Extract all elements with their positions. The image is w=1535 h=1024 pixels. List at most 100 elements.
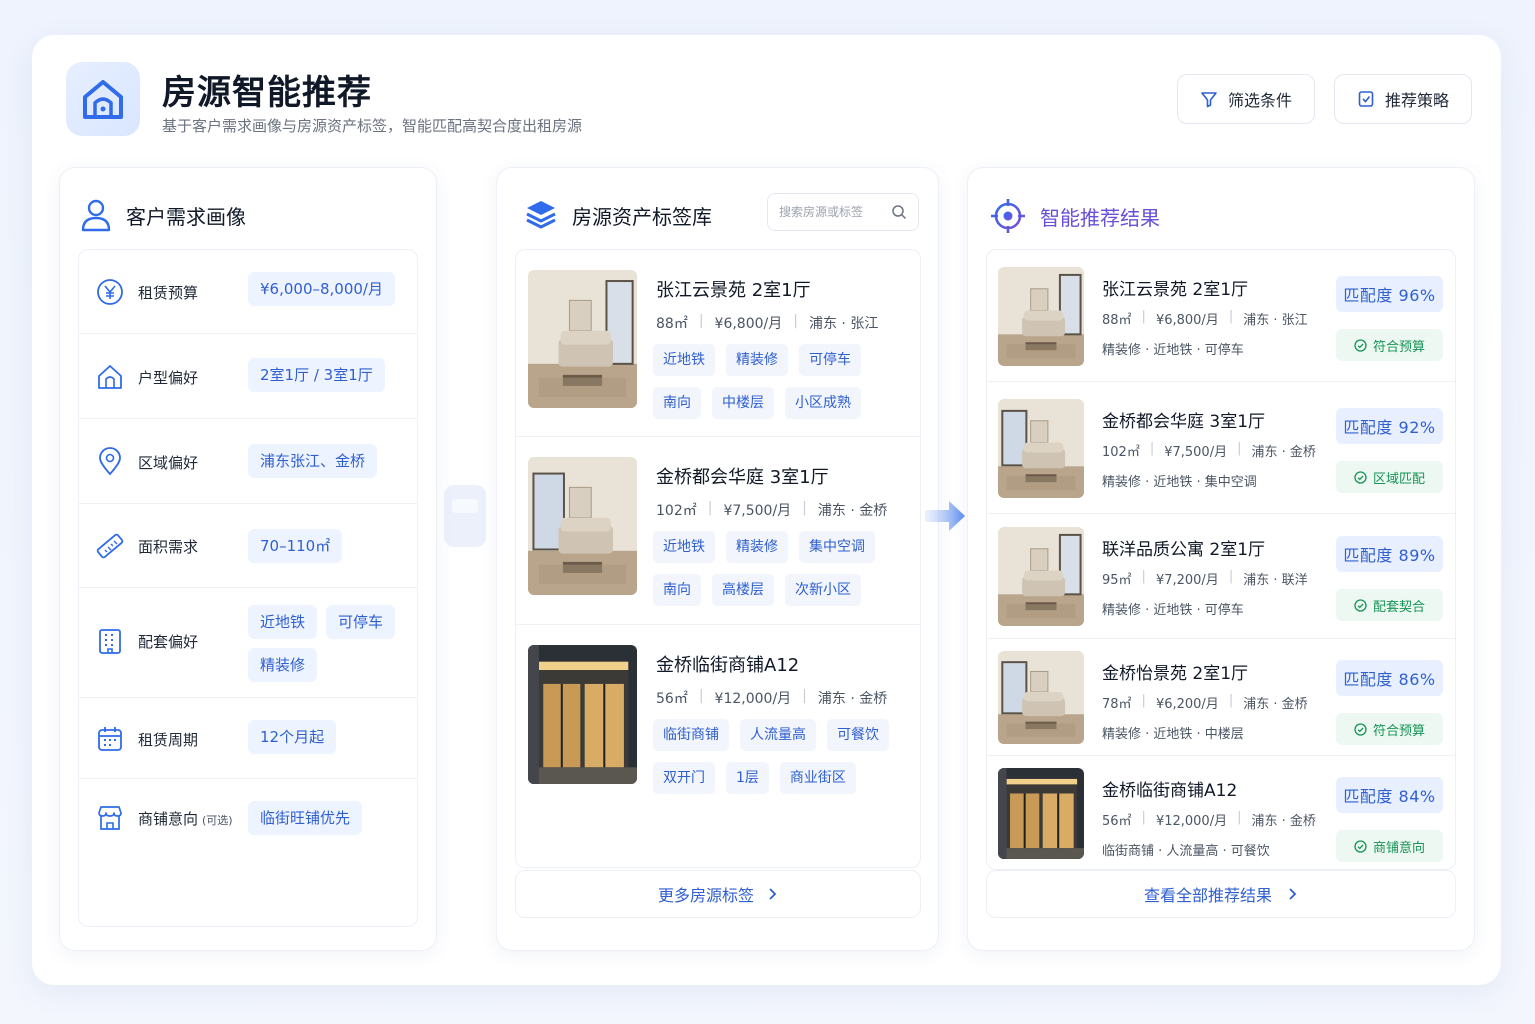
requirement-chip[interactable]: ¥6,000–8,000/月 [248,272,395,306]
recommendation-features: 精装修 · 近地铁 · 集中空调 [1102,475,1257,490]
recommendation-price: ¥6,200/月 [1155,697,1219,712]
view-all-results-button[interactable]: 查看全部推荐结果 [986,870,1456,918]
requirement-chip[interactable]: 精装修 [248,648,318,682]
building-icon [99,629,121,654]
listing-tag[interactable]: 精装修 [726,531,788,563]
listing-tag[interactable]: 中楼层 [712,387,774,419]
listing-tag[interactable]: 1层 [726,762,769,794]
listing-tag[interactable]: 次新小区 [785,574,861,606]
listing-price: ¥6,800/月 [714,316,783,332]
match-reason-badge: 商铺意向 [1336,830,1443,862]
recommendation-card[interactable]: 金桥怡景苑 2室1厅 78㎡ | ¥6,200/月 | 浦东 · 金桥 精装修 · … [987,639,1455,756]
requirement-label: 商铺意向 (可选) [138,808,233,829]
match-reason-label: 符合预算 [1372,339,1425,355]
requirement-chip[interactable]: 可停车 [326,605,396,639]
match-reason-badge: 配套契合 [1336,589,1443,621]
listing-name[interactable]: 金桥临街商铺A12 [656,651,799,677]
recommendation-name[interactable]: 联洋品质公寓 2室1厅 [1102,535,1265,560]
asset-tag-header: 房源资产标签库 [524,198,712,232]
requirement-chip[interactable]: 临街旺铺优先 [248,801,363,835]
flow-arrow-icon [925,501,965,531]
listing-tag[interactable]: 人流量高 [740,719,816,751]
listing-tag[interactable]: 商业街区 [779,762,856,794]
recommendation-photo[interactable] [998,399,1084,498]
requirement-label-text: 租赁周期 [138,730,199,749]
listing-photo[interactable] [528,645,637,784]
check-circle-icon [1354,598,1367,612]
view-all-results-label: 查看全部推荐结果 [1143,886,1272,905]
requirement-chip[interactable]: 70–110㎡ [248,529,343,563]
listing-photo[interactable] [528,270,637,408]
customer-profile-title: 客户需求画像 [126,204,246,229]
match-reason-badge: 符合预算 [1336,713,1443,745]
strategy-doc-icon [1358,91,1374,107]
listing-tag[interactable]: 南向 [653,574,701,606]
location-pin-icon [99,446,121,475]
recommendation-features: 精装修 · 近地铁 · 可停车 [1102,603,1244,618]
recommendation-card[interactable]: 金桥都会华庭 3室1厅 102㎡ | ¥7,500/月 | 浦东 · 金桥 精装修 … [987,382,1455,514]
listing-search-input[interactable] [779,205,887,219]
listing-search-box[interactable] [767,193,919,231]
listing-tag[interactable]: 南向 [653,387,701,419]
recommendation-meta: 78㎡ | ¥6,200/月 | 浦东 · 金桥 [1102,693,1308,712]
listing-card[interactable]: 金桥临街商铺A12 56㎡ | ¥12,000/月 | 浦东 · 金桥 临街商铺 人流… [516,625,920,867]
listing-tag[interactable]: 高楼层 [712,574,774,606]
requirement-label: 区域偏好 [138,452,202,473]
listing-meta: 88㎡ | ¥6,800/月 | 浦东 · 张江 [656,313,879,332]
listing-tag[interactable]: 近地铁 [653,531,715,563]
requirement-chips: ¥6,000–8,000/月 [248,272,408,306]
listing-card[interactable]: 金桥都会华庭 3室1厅 102㎡ | ¥7,500/月 | 浦东 · 金桥 近地铁精… [516,437,920,625]
recommendation-name[interactable]: 张江云景苑 2室1厅 [1102,275,1248,300]
requirement-row: 商铺意向 (可选) 临街旺铺优先 [79,779,417,928]
recommendation-photo[interactable] [998,527,1084,626]
requirement-chip[interactable]: 近地铁 [248,605,318,639]
recommendation-name[interactable]: 金桥都会华庭 3室1厅 [1102,407,1265,432]
match-score-badge: 匹配度 92% [1336,408,1443,444]
listing-tag[interactable]: 小区成熟 [785,387,861,419]
match-score-badge: 匹配度 86% [1336,660,1443,696]
recommendation-name[interactable]: 金桥怡景苑 2室1厅 [1102,659,1248,684]
listing-tag[interactable]: 可停车 [799,344,861,376]
recommendation-area: 78㎡ [1102,697,1132,712]
requirement-chip[interactable]: 浦东张江、金桥 [248,444,378,478]
search-icon[interactable] [891,204,907,220]
listing-tag[interactable]: 临街商铺 [653,719,729,751]
requirement-chip[interactable]: 2室1厅 / 3室1厅 [248,358,385,392]
recommendation-title: 智能推荐结果 [1040,205,1160,230]
requirement-row: 户型偏好 2室1厅 / 3室1厅 [79,334,417,419]
recommendation-photo[interactable] [998,651,1084,744]
listing-card[interactable]: 张江云景苑 2室1厅 88㎡ | ¥6,800/月 | 浦东 · 张江 近地铁 精装修… [516,250,920,437]
requirement-chip[interactable]: 12个月起 [248,720,337,754]
app-logo [66,62,140,136]
recommendation-card[interactable]: 金桥临街商铺A12 56㎡ | ¥12,000/月 | 浦东 · 金桥 临街商铺 ·… [987,756,1455,869]
filter-button[interactable]: 筛选条件 [1177,74,1315,124]
listing-tag[interactable]: 精装修 [726,344,788,376]
recommendation-features: 临街商铺 · 人流量高 · 可餐饮 [1102,844,1270,859]
recommendation-name[interactable]: 金桥临街商铺A12 [1102,776,1237,801]
listing-tag[interactable]: 可餐饮 [827,719,889,751]
listing-price: ¥7,500/月 [723,503,792,519]
customer-profile-header: 客户需求画像 [80,198,246,232]
listing-tag[interactable]: 集中空调 [799,531,875,563]
recommendation-card[interactable]: 联洋品质公寓 2室1厅 95㎡ | ¥7,200/月 | 浦东 · 联洋 精装修 ·… [987,514,1455,639]
listing-tag[interactable]: 双开门 [653,762,715,794]
listing-name[interactable]: 金桥都会华庭 3室1厅 [656,463,829,489]
shop-icon [98,806,122,830]
requirement-row: 租赁预算 ¥6,000–8,000/月 [79,250,417,334]
recommendation-features: 精装修 · 近地铁 · 中楼层 [1102,727,1244,742]
recommendation-photo[interactable] [998,267,1084,366]
strategy-button[interactable]: 推荐策略 [1334,74,1472,124]
ruler-icon [96,533,124,559]
asset-tag-title: 房源资产标签库 [572,204,712,229]
more-tags-button[interactable]: 更多房源标签 [515,870,921,918]
requirement-label-text: 面积需求 [138,538,199,556]
listing-name[interactable]: 张江云景苑 2室1厅 [656,276,811,302]
listing-meta: 56㎡ | ¥12,000/月 | 浦东 · 金桥 [656,688,888,707]
listing-photo[interactable] [528,457,637,595]
requirement-chips: 12个月起 [248,720,408,754]
listing-tag[interactable]: 近地铁 [653,344,715,376]
requirement-label-text: 配套偏好 [138,633,199,651]
recommendation-photo[interactable] [998,768,1084,859]
recommendation-card[interactable]: 张江云景苑 2室1厅 88㎡ | ¥6,800/月 | 浦东 · 张江 精装修 · … [987,250,1455,382]
check-circle-icon [1354,338,1367,352]
